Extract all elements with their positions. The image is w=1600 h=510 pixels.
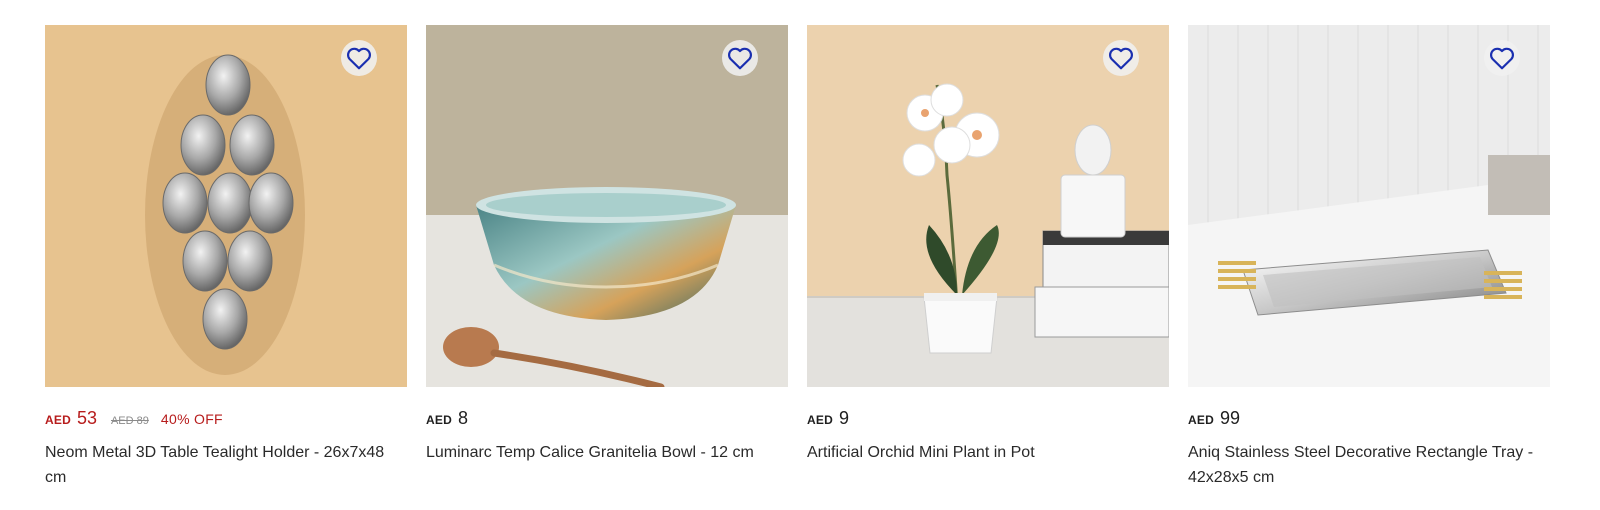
currency-label: AED [45, 413, 71, 427]
price-row: AED 8 [426, 408, 788, 428]
wishlist-button[interactable] [722, 40, 758, 76]
heart-outline-icon [1490, 47, 1514, 70]
product-title[interactable]: Aniq Stainless Steel Decorative Rectangl… [1188, 440, 1550, 490]
currency-label: AED [807, 413, 833, 427]
product-card[interactable]: AED 53 AED 89 40% OFF Neom Metal 3D Tabl… [45, 25, 407, 490]
product-title[interactable]: Artificial Orchid Mini Plant in Pot [807, 440, 1169, 465]
product-grid: AED 53 AED 89 40% OFF Neom Metal 3D Tabl… [45, 25, 1550, 490]
heart-outline-icon [347, 47, 371, 70]
discount-badge: 40% OFF [160, 411, 223, 427]
product-image[interactable] [807, 25, 1169, 387]
wishlist-button[interactable] [341, 40, 377, 76]
price: 9 [838, 408, 849, 428]
product-image[interactable] [45, 25, 407, 387]
product-image[interactable] [1188, 25, 1550, 387]
price-row: AED 99 [1188, 408, 1550, 428]
wishlist-button[interactable] [1103, 40, 1139, 76]
price-row: AED 53 AED 89 40% OFF [45, 408, 407, 428]
product-image[interactable] [426, 25, 788, 387]
currency-label: AED [426, 413, 452, 427]
product-card[interactable]: AED 8 Luminarc Temp Calice Granitelia Bo… [426, 25, 788, 490]
heart-outline-icon [728, 47, 752, 70]
price-row: AED 9 [807, 408, 1169, 428]
price: 8 [457, 408, 468, 428]
original-price: AED 89 [110, 415, 149, 427]
price: 99 [1219, 408, 1240, 428]
product-card[interactable]: AED 9 Artificial Orchid Mini Plant in Po… [807, 25, 1169, 490]
product-title[interactable]: Neom Metal 3D Table Tealight Holder - 26… [45, 440, 407, 490]
sale-price: 53 [76, 408, 97, 428]
heart-outline-icon [1109, 47, 1133, 70]
product-title[interactable]: Luminarc Temp Calice Granitelia Bowl - 1… [426, 440, 788, 465]
product-card[interactable]: AED 99 Aniq Stainless Steel Decorative R… [1188, 25, 1550, 490]
currency-label: AED [1188, 413, 1214, 427]
wishlist-button[interactable] [1484, 40, 1520, 76]
